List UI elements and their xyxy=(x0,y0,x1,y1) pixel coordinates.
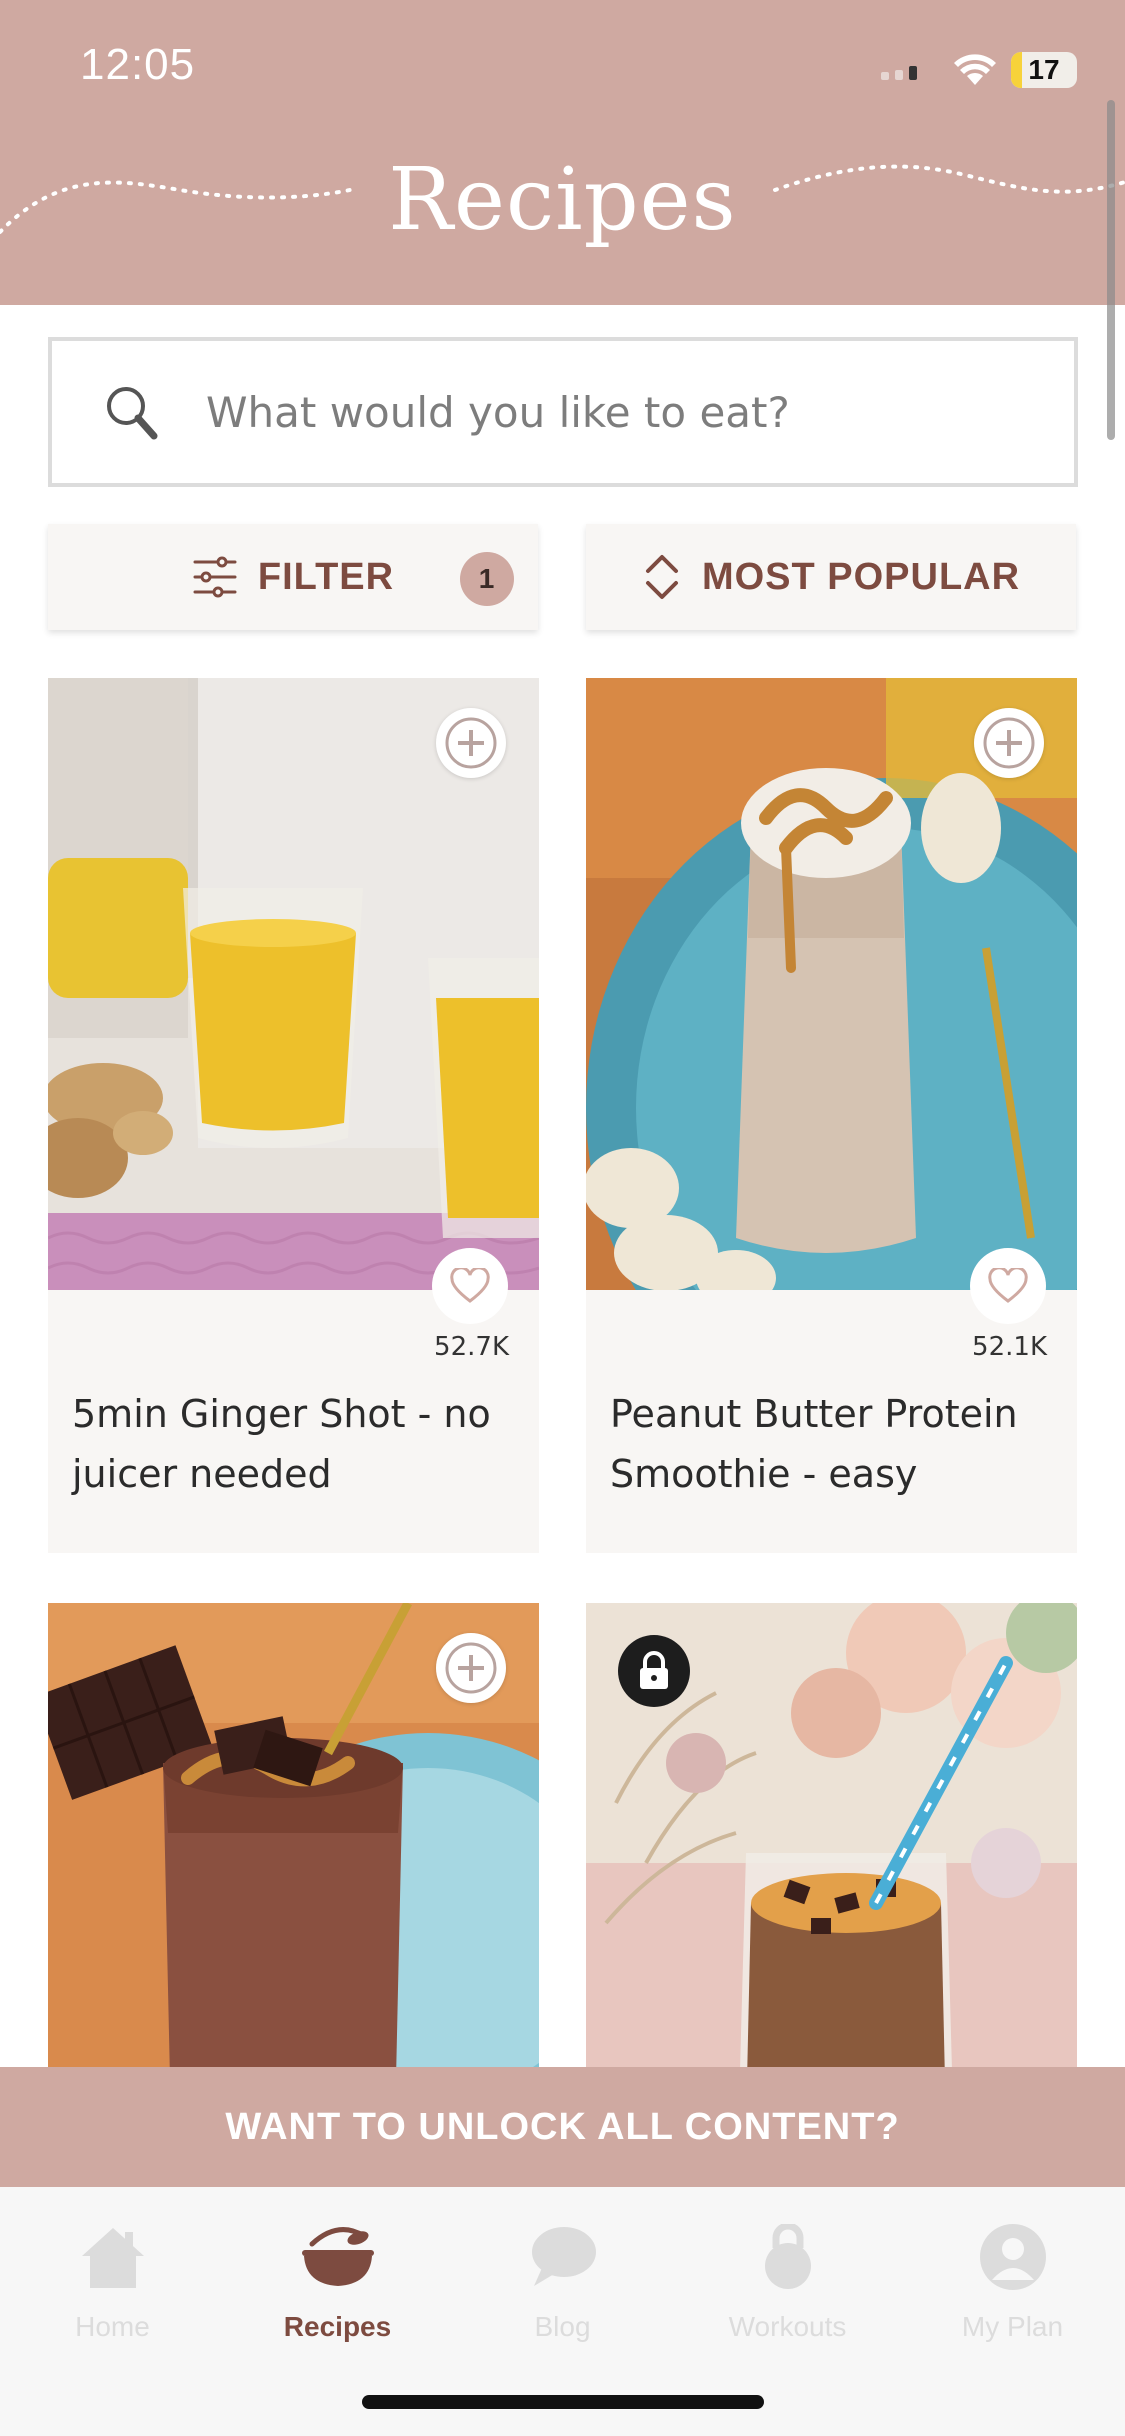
battery-icon: 17 xyxy=(1011,52,1077,88)
plus-icon xyxy=(445,1642,497,1694)
recipe-card[interactable] xyxy=(586,1603,1077,2067)
recipe-card[interactable]: 52.1K Peanut Butter Protein Smoothie - e… xyxy=(586,678,1077,1553)
filter-button[interactable]: FILTER 1 xyxy=(48,524,538,630)
heart-icon xyxy=(988,1268,1028,1303)
recipe-card[interactable]: 52.7K 5min Ginger Shot - no juicer neede… xyxy=(48,678,539,1553)
wifi-icon xyxy=(954,54,996,85)
recipe-title[interactable]: 5min Ginger Shot - no juicer needed xyxy=(72,1384,515,1504)
tab-home[interactable]: Home xyxy=(0,2217,225,2343)
profile-icon xyxy=(979,2224,1046,2290)
tab-label: My Plan xyxy=(961,2311,1064,2342)
search-icon xyxy=(107,387,158,440)
tab-blog[interactable]: Blog xyxy=(450,2217,675,2343)
heart-icon xyxy=(450,1268,490,1303)
recipe-card[interactable] xyxy=(48,1603,539,2067)
plus-icon xyxy=(445,717,497,769)
status-bar: 12:05 17 xyxy=(0,0,1125,140)
lock-icon xyxy=(640,1651,668,1689)
battery-level: 17 xyxy=(1028,54,1060,85)
mixing-bowl-icon xyxy=(301,2227,374,2286)
tab-label: Blog xyxy=(534,2311,591,2342)
home-indicator[interactable] xyxy=(362,2395,764,2409)
plus-icon xyxy=(983,717,1035,769)
recipe-title[interactable]: Peanut Butter Protein Smoothie - easy xyxy=(610,1384,1053,1504)
tab-my-plan[interactable]: My Plan xyxy=(900,2217,1125,2343)
like-button[interactable] xyxy=(970,1248,1046,1324)
locked-content-button[interactable] xyxy=(618,1635,690,1707)
like-button[interactable] xyxy=(432,1248,508,1324)
status-time: 12:05 xyxy=(80,40,196,89)
like-count: 52.7K xyxy=(434,1332,509,1362)
tab-label: Workouts xyxy=(728,2311,847,2342)
kettlebell-icon xyxy=(764,2224,811,2289)
search-input[interactable] xyxy=(204,386,1028,438)
home-icon xyxy=(81,2228,144,2288)
unlock-content-banner[interactable]: WANT TO UNLOCK ALL CONTENT? xyxy=(0,2067,1125,2187)
sliders-icon xyxy=(193,556,237,598)
tab-label: Recipes xyxy=(283,2311,392,2342)
sort-chevrons-icon xyxy=(645,555,678,599)
status-icons: 17 xyxy=(879,48,1077,92)
filter-label: FILTER xyxy=(257,555,395,598)
sort-button[interactable]: MOST POPULAR xyxy=(586,524,1076,630)
speech-bubble-icon xyxy=(531,2227,596,2286)
header-bar: 12:05 17 Recipes xyxy=(0,0,1125,305)
scroll-indicator[interactable] xyxy=(1107,100,1115,440)
add-to-plan-button[interactable] xyxy=(436,708,506,778)
add-to-plan-button[interactable] xyxy=(436,1633,506,1703)
tab-workouts[interactable]: Workouts xyxy=(675,2217,900,2343)
decorative-dots-right xyxy=(773,164,1125,194)
add-to-plan-button[interactable] xyxy=(974,708,1044,778)
cellular-signal-icon xyxy=(881,66,917,80)
sort-label: MOST POPULAR xyxy=(701,555,1021,598)
tab-label: Home xyxy=(75,2311,150,2342)
like-count: 52.1K xyxy=(972,1332,1047,1362)
search-bar[interactable] xyxy=(48,337,1078,487)
filter-count-badge: 1 xyxy=(460,552,514,606)
tab-recipes[interactable]: Recipes xyxy=(225,2217,450,2343)
